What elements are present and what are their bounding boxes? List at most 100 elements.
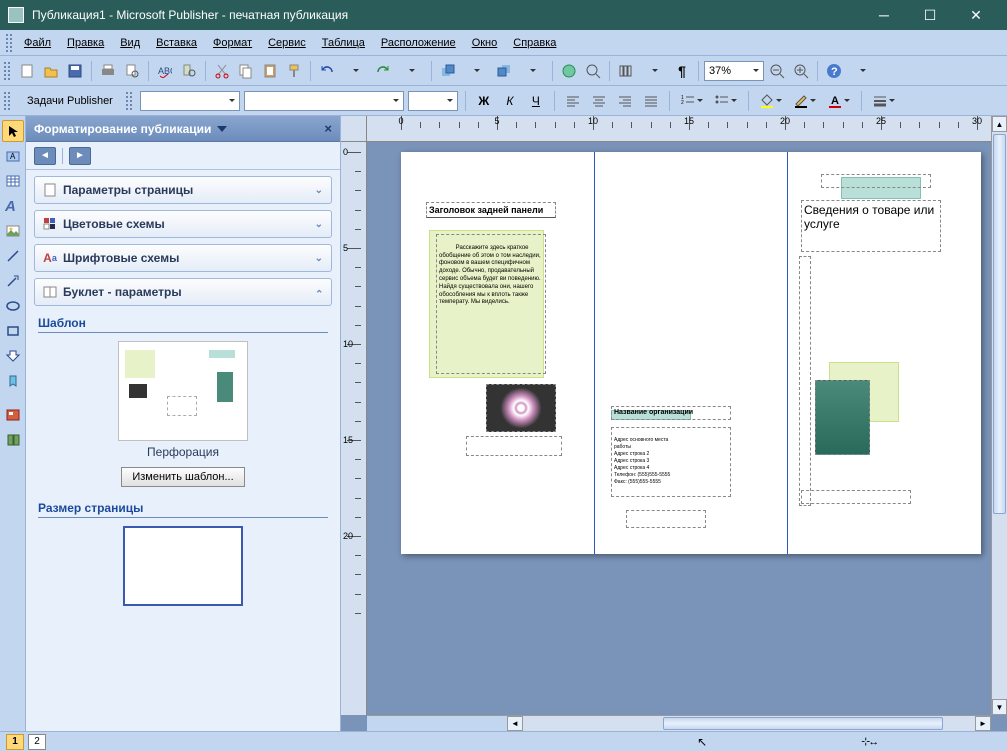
line-style-button[interactable] (869, 90, 899, 112)
format-painter-button[interactable] (283, 60, 305, 82)
accordion-color-schemes[interactable]: Цветовые схемы ⌄ (34, 210, 332, 238)
rectangle-tool[interactable] (2, 320, 24, 342)
menu-view[interactable]: Вид (112, 34, 148, 52)
menu-edit[interactable]: Правка (59, 34, 112, 52)
fontsize-combo[interactable] (408, 91, 458, 111)
accordion-page-options[interactable]: Параметры страницы ⌄ (34, 176, 332, 204)
copy-button[interactable] (235, 60, 257, 82)
back-heading-box[interactable]: Заголовок задней панели (426, 202, 556, 218)
print-button[interactable] (97, 60, 119, 82)
columns-button[interactable] (615, 60, 637, 82)
redo-dropdown[interactable] (396, 60, 426, 82)
publisher-tasks-button[interactable]: Задачи Publisher (18, 92, 122, 110)
fill-color-button[interactable] (756, 90, 786, 112)
item-catalog-tool[interactable] (2, 429, 24, 451)
page-tab-2[interactable]: 2 (28, 734, 46, 750)
menu-help[interactable]: Справка (505, 34, 564, 52)
close-button[interactable]: ✕ (953, 0, 999, 30)
bookmark-tool[interactable] (2, 370, 24, 392)
textbox-tool[interactable]: A (2, 145, 24, 167)
zoom-combo[interactable]: 37% (704, 61, 764, 81)
fmtbar-handle1[interactable] (4, 92, 10, 110)
taskpane-forward-button[interactable]: ► (69, 147, 91, 165)
paragraph-marks-button[interactable]: ¶ (671, 60, 693, 82)
font-combo[interactable] (244, 91, 404, 111)
paste-button[interactable] (259, 60, 281, 82)
align-justify-button[interactable] (640, 90, 662, 112)
flower-image[interactable] (486, 384, 556, 432)
align-left-button[interactable] (562, 90, 584, 112)
menu-format[interactable]: Формат (205, 34, 260, 52)
taskpane-dropdown-icon[interactable] (217, 126, 227, 132)
horizontal-scrollbar[interactable]: ◄ ► (367, 715, 991, 731)
autoshapes-tool[interactable] (2, 345, 24, 367)
bullets-button[interactable] (711, 90, 741, 112)
contact-box[interactable]: Адрес основного места работы Адрес строк… (611, 427, 731, 497)
save-button[interactable] (64, 60, 86, 82)
scroll-up-button[interactable]: ▲ (992, 116, 1007, 132)
webpage-preview-button[interactable] (558, 60, 580, 82)
undo-dropdown[interactable] (340, 60, 370, 82)
publication-page[interactable]: Заголовок задней панели Расскажите здесь… (401, 152, 981, 554)
front-phone-box[interactable] (801, 490, 911, 504)
help-button[interactable]: ? (823, 60, 845, 82)
canvas-viewport[interactable]: Заголовок задней панели Расскажите здесь… (367, 142, 991, 715)
spellcheck-button[interactable]: ABC (154, 60, 176, 82)
open-button[interactable] (40, 60, 62, 82)
scroll-down-button[interactable]: ▼ (992, 699, 1007, 715)
horizontal-ruler[interactable]: 051015202530 (367, 116, 991, 142)
toolbar-handle[interactable] (4, 62, 10, 80)
menubar-handle[interactable] (6, 34, 12, 52)
change-template-button[interactable]: Изменить шаблон... (121, 467, 244, 487)
redo-button[interactable] (372, 60, 394, 82)
new-button[interactable] (16, 60, 38, 82)
italic-button[interactable]: К (499, 90, 521, 112)
vscroll-thumb[interactable] (993, 134, 1006, 514)
oval-tool[interactable] (2, 295, 24, 317)
table-tool[interactable] (2, 170, 24, 192)
door-image[interactable] (815, 380, 870, 455)
numbering-button[interactable]: 12 (677, 90, 707, 112)
hscroll-thumb[interactable] (663, 717, 943, 730)
vertical-scrollbar[interactable]: ▲ ▼ (991, 116, 1007, 715)
template-thumbnail[interactable] (118, 341, 248, 441)
front-org-box[interactable] (821, 174, 931, 188)
menu-file[interactable]: Файл (16, 34, 59, 52)
org-name-box[interactable]: Название организации (611, 406, 731, 420)
minimize-button[interactable]: ─ (861, 0, 907, 30)
maximize-button[interactable]: ☐ (907, 0, 953, 30)
help-dropdown[interactable] (847, 60, 877, 82)
underline-button[interactable]: Ч (525, 90, 547, 112)
bold-button[interactable]: Ж (473, 90, 495, 112)
vertical-ruler[interactable]: 05101520 (341, 142, 367, 715)
page-tab-1[interactable]: 1 (6, 734, 24, 750)
front-title-box[interactable]: Сведения о товаре или услуге (801, 200, 941, 252)
bring-forward-button[interactable] (437, 60, 459, 82)
line-tool[interactable] (2, 245, 24, 267)
menu-insert[interactable]: Вставка (148, 34, 205, 52)
accordion-font-schemes[interactable]: Aa Шрифтовые схемы ⌄ (34, 244, 332, 272)
back-caption-box[interactable] (466, 436, 562, 456)
menu-table[interactable]: Таблица (314, 34, 373, 52)
pointer-tool[interactable] (2, 120, 24, 142)
scroll-right-button[interactable]: ► (975, 716, 991, 731)
style-combo[interactable] (140, 91, 240, 111)
align-center-button[interactable] (588, 90, 610, 112)
motto-box[interactable] (626, 510, 706, 528)
menu-layout[interactable]: Расположение (373, 34, 464, 52)
zoom-in-button[interactable] (790, 60, 812, 82)
taskpane-back-button[interactable]: ◄ (34, 147, 56, 165)
cut-button[interactable] (211, 60, 233, 82)
page-size-preview[interactable] (123, 526, 243, 606)
fmtbar-handle2[interactable] (126, 92, 132, 110)
align-right-button[interactable] (614, 90, 636, 112)
undo-button[interactable] (316, 60, 338, 82)
send-backward-dropdown[interactable] (517, 60, 547, 82)
arrow-tool[interactable] (2, 270, 24, 292)
design-gallery-tool[interactable] (2, 404, 24, 426)
wordart-tool[interactable]: A (2, 195, 24, 217)
vertical-strip[interactable] (799, 256, 811, 506)
back-body-box[interactable]: Расскажите здесь краткое обобщение об эт… (436, 234, 546, 374)
accordion-booklet-options[interactable]: Буклет - параметры ⌄ (34, 278, 332, 306)
research-button[interactable] (178, 60, 200, 82)
